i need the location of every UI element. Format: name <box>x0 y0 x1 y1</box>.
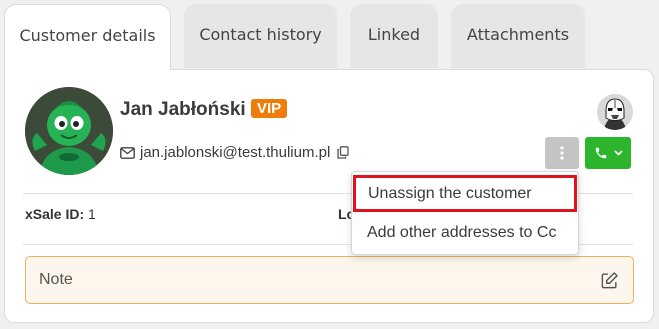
menu-item-add-cc-addresses[interactable]: Add other addresses to Cc <box>352 214 578 252</box>
tab-customer-details[interactable]: Customer details <box>4 4 171 70</box>
chevron-down-icon <box>613 150 623 156</box>
note-box[interactable]: Note <box>25 256 634 304</box>
tab-label: Attachments <box>466 24 570 44</box>
customer-avatar <box>25 87 113 175</box>
tab-attachments[interactable]: Attachments <box>451 4 585 68</box>
phone-icon <box>595 147 606 159</box>
menu-item-label: Add other addresses to Cc <box>367 224 557 241</box>
menu-item-unassign-customer[interactable]: Unassign the customer <box>353 175 577 212</box>
edit-icon[interactable] <box>600 271 619 290</box>
stormtrooper-icon <box>597 94 633 130</box>
agent-avatar[interactable] <box>597 94 633 130</box>
tab-linked[interactable]: Linked <box>350 4 438 68</box>
call-button[interactable] <box>585 137 631 169</box>
actions-dropdown-menu: Unassign the customer Add other addresse… <box>351 171 579 255</box>
menu-item-label: Unassign the customer <box>368 184 532 202</box>
note-label: Note <box>39 271 73 288</box>
tab-contact-history[interactable]: Contact history <box>184 4 337 68</box>
xsale-id-value: 1 <box>88 206 96 222</box>
vip-badge: VIP <box>251 99 288 118</box>
tab-label: Linked <box>367 24 421 44</box>
customer-name: Jan Jabłoński <box>120 99 246 120</box>
tab-label: Contact history <box>199 24 322 44</box>
xsale-id-field: xSale ID: 1 <box>25 206 96 222</box>
xsale-id-label: xSale ID: <box>25 206 85 222</box>
tab-label: Customer details <box>19 26 156 45</box>
more-actions-button[interactable] <box>545 137 579 169</box>
envelope-icon <box>120 146 135 159</box>
superhero-avatar-icon <box>25 87 113 175</box>
customer-email[interactable]: jan.jablonski@test.thulium.pl <box>140 144 330 161</box>
email-row: jan.jablonski@test.thulium.pl <box>120 144 349 161</box>
vertical-dots-icon <box>560 146 564 160</box>
copy-icon[interactable] <box>337 146 349 159</box>
